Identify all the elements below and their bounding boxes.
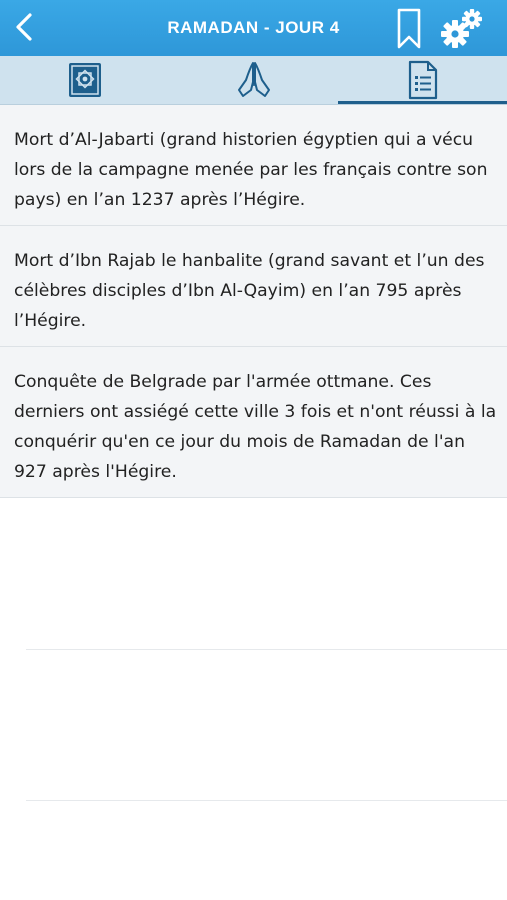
list-item[interactable]: Conquête de Belgrade par l'armée ottmane…: [0, 347, 507, 498]
bookmark-button[interactable]: [396, 8, 422, 50]
page-title: RAMADAN - JOUR 4: [167, 18, 340, 37]
document-list-icon: [408, 60, 437, 100]
praying-hands-icon: [237, 62, 270, 97]
header-bar: RAMADAN - JOUR 4: [0, 0, 507, 56]
list-item[interactable]: Mort d’Ibn Rajab le hanbalite (grand sav…: [0, 226, 507, 347]
tab-prayer[interactable]: [169, 56, 338, 104]
empty-row-divider: [26, 800, 507, 801]
empty-row-divider: [26, 649, 507, 650]
events-list: Mort d’Al-Jabarti (grand historien égypt…: [0, 105, 507, 498]
bookmark-icon: [397, 8, 421, 49]
tab-bar: [0, 56, 507, 105]
quran-book-icon: [68, 63, 101, 97]
list-item[interactable]: Mort d’Al-Jabarti (grand historien égypt…: [0, 105, 507, 226]
gears-icon: [441, 9, 482, 48]
tab-events[interactable]: [338, 56, 507, 104]
active-tab-indicator: [338, 101, 507, 104]
settings-button[interactable]: [440, 6, 486, 50]
tab-quran[interactable]: [0, 56, 169, 104]
